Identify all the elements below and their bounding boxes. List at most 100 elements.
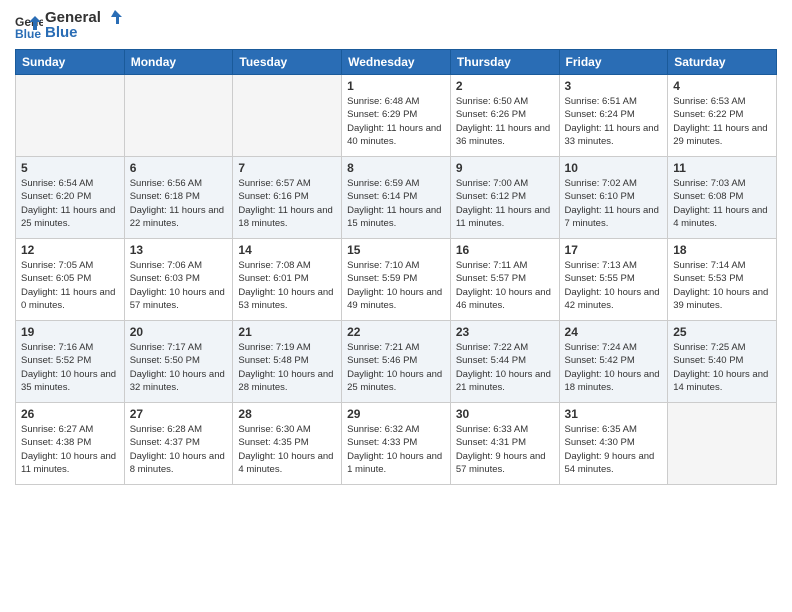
week-row-2: 5 Sunrise: 6:54 AM Sunset: 6:20 PM Daylig… [16,157,777,239]
day-cell: 31 Sunrise: 6:35 AM Sunset: 4:30 PM Dayli… [559,403,668,485]
day-number: 27 [130,407,228,421]
day-number: 26 [21,407,119,421]
day-number: 13 [130,243,228,257]
day-cell: 21 Sunrise: 7:19 AM Sunset: 5:48 PM Dayli… [233,321,342,403]
day-number: 20 [130,325,228,339]
day-number: 18 [673,243,771,257]
day-number: 10 [565,161,663,175]
day-number: 7 [238,161,336,175]
day-cell: 25 Sunrise: 7:25 AM Sunset: 5:40 PM Dayli… [668,321,777,403]
day-cell: 11Sunrise: 7:03 AM Sunset: 6:08 PM Dayli… [668,157,777,239]
header: General Blue General Blue [15,10,777,41]
day-number: 12 [21,243,119,257]
day-number: 19 [21,325,119,339]
day-cell [233,75,342,157]
day-info: Sunrise: 6:56 AM Sunset: 6:18 PM Dayligh… [130,177,228,230]
week-row-3: 12 Sunrise: 7:05 AM Sunset: 6:05 PM Dayli… [16,239,777,321]
day-cell: 27 Sunrise: 6:28 AM Sunset: 4:37 PM Dayli… [124,403,233,485]
day-cell: 26 Sunrise: 6:27 AM Sunset: 4:38 PM Dayli… [16,403,125,485]
day-info: Sunrise: 7:21 AM Sunset: 5:46 PM Dayligh… [347,341,445,394]
day-cell [668,403,777,485]
weekday-header-friday: Friday [559,50,668,75]
weekday-header-monday: Monday [124,50,233,75]
day-cell: 9 Sunrise: 7:00 AM Sunset: 6:12 PM Daylig… [450,157,559,239]
day-cell: 6 Sunrise: 6:56 AM Sunset: 6:18 PM Daylig… [124,157,233,239]
day-cell: 18Sunrise: 7:14 AM Sunset: 5:53 PM Dayli… [668,239,777,321]
day-number: 21 [238,325,336,339]
day-cell: 30 Sunrise: 6:33 AM Sunset: 4:31 PM Dayli… [450,403,559,485]
day-cell: 15Sunrise: 7:10 AM Sunset: 5:59 PM Dayli… [342,239,451,321]
day-cell: 17Sunrise: 7:13 AM Sunset: 5:55 PM Dayli… [559,239,668,321]
day-number: 25 [673,325,771,339]
day-info: Sunrise: 7:13 AM Sunset: 5:55 PM Dayligh… [565,259,663,312]
logo: General Blue General Blue [15,10,125,41]
day-number: 30 [456,407,554,421]
page: General Blue General Blue SundayMondayTu… [0,0,792,612]
day-cell: 4 Sunrise: 6:53 AM Sunset: 6:22 PM Daylig… [668,75,777,157]
day-cell [16,75,125,157]
day-number: 8 [347,161,445,175]
day-info: Sunrise: 7:16 AM Sunset: 5:52 PM Dayligh… [21,341,119,394]
day-info: Sunrise: 6:30 AM Sunset: 4:35 PM Dayligh… [238,423,336,476]
day-info: Sunrise: 6:33 AM Sunset: 4:31 PM Dayligh… [456,423,554,476]
day-number: 6 [130,161,228,175]
week-row-5: 26 Sunrise: 6:27 AM Sunset: 4:38 PM Dayli… [16,403,777,485]
day-info: Sunrise: 6:32 AM Sunset: 4:33 PM Dayligh… [347,423,445,476]
day-cell: 7Sunrise: 6:57 AM Sunset: 6:16 PM Daylig… [233,157,342,239]
day-cell: 23 Sunrise: 7:22 AM Sunset: 5:44 PM Dayli… [450,321,559,403]
svg-text:Blue: Blue [15,27,41,40]
day-cell [124,75,233,157]
day-number: 3 [565,79,663,93]
day-cell: 13 Sunrise: 7:06 AM Sunset: 6:03 PM Dayli… [124,239,233,321]
day-number: 4 [673,79,771,93]
day-number: 16 [456,243,554,257]
weekday-header-sunday: Sunday [16,50,125,75]
weekday-header-thursday: Thursday [450,50,559,75]
day-info: Sunrise: 6:59 AM Sunset: 6:14 PM Dayligh… [347,177,445,230]
calendar: SundayMondayTuesdayWednesdayThursdayFrid… [15,49,777,485]
day-info: Sunrise: 7:17 AM Sunset: 5:50 PM Dayligh… [130,341,228,394]
day-info: Sunrise: 7:02 AM Sunset: 6:10 PM Dayligh… [565,177,663,230]
day-info: Sunrise: 7:06 AM Sunset: 6:03 PM Dayligh… [130,259,228,312]
day-cell: 22 Sunrise: 7:21 AM Sunset: 5:46 PM Dayli… [342,321,451,403]
day-info: Sunrise: 7:00 AM Sunset: 6:12 PM Dayligh… [456,177,554,230]
day-number: 22 [347,325,445,339]
day-cell: 2 Sunrise: 6:50 AM Sunset: 6:26 PM Daylig… [450,75,559,157]
day-info: Sunrise: 7:22 AM Sunset: 5:44 PM Dayligh… [456,341,554,394]
day-info: Sunrise: 7:25 AM Sunset: 5:40 PM Dayligh… [673,341,771,394]
day-cell: 8 Sunrise: 6:59 AM Sunset: 6:14 PM Daylig… [342,157,451,239]
day-number: 31 [565,407,663,421]
day-cell: 1Sunrise: 6:48 AM Sunset: 6:29 PM Daylig… [342,75,451,157]
day-number: 24 [565,325,663,339]
logo-icon: General Blue [15,12,43,40]
weekday-header-saturday: Saturday [668,50,777,75]
day-number: 2 [456,79,554,93]
weekday-header-row: SundayMondayTuesdayWednesdayThursdayFrid… [16,50,777,75]
day-cell: 28 Sunrise: 6:30 AM Sunset: 4:35 PM Dayli… [233,403,342,485]
week-row-4: 19 Sunrise: 7:16 AM Sunset: 5:52 PM Dayli… [16,321,777,403]
day-number: 9 [456,161,554,175]
day-info: Sunrise: 6:27 AM Sunset: 4:38 PM Dayligh… [21,423,119,476]
day-number: 5 [21,161,119,175]
day-info: Sunrise: 6:53 AM Sunset: 6:22 PM Dayligh… [673,95,771,148]
day-info: Sunrise: 6:51 AM Sunset: 6:24 PM Dayligh… [565,95,663,148]
day-info: Sunrise: 7:11 AM Sunset: 5:57 PM Dayligh… [456,259,554,312]
day-number: 14 [238,243,336,257]
day-info: Sunrise: 7:10 AM Sunset: 5:59 PM Dayligh… [347,259,445,312]
day-number: 1 [347,79,445,93]
day-info: Sunrise: 7:03 AM Sunset: 6:08 PM Dayligh… [673,177,771,230]
day-info: Sunrise: 7:08 AM Sunset: 6:01 PM Dayligh… [238,259,336,312]
day-number: 28 [238,407,336,421]
day-info: Sunrise: 7:05 AM Sunset: 6:05 PM Dayligh… [21,259,119,312]
day-cell: 24Sunrise: 7:24 AM Sunset: 5:42 PM Dayli… [559,321,668,403]
day-info: Sunrise: 7:19 AM Sunset: 5:48 PM Dayligh… [238,341,336,394]
day-info: Sunrise: 6:35 AM Sunset: 4:30 PM Dayligh… [565,423,663,476]
day-info: Sunrise: 6:50 AM Sunset: 6:26 PM Dayligh… [456,95,554,148]
day-info: Sunrise: 6:54 AM Sunset: 6:20 PM Dayligh… [21,177,119,230]
week-row-1: 1Sunrise: 6:48 AM Sunset: 6:29 PM Daylig… [16,75,777,157]
day-number: 23 [456,325,554,339]
day-info: Sunrise: 6:28 AM Sunset: 4:37 PM Dayligh… [130,423,228,476]
day-cell: 10 Sunrise: 7:02 AM Sunset: 6:10 PM Dayli… [559,157,668,239]
day-cell: 29 Sunrise: 6:32 AM Sunset: 4:33 PM Dayli… [342,403,451,485]
day-number: 29 [347,407,445,421]
